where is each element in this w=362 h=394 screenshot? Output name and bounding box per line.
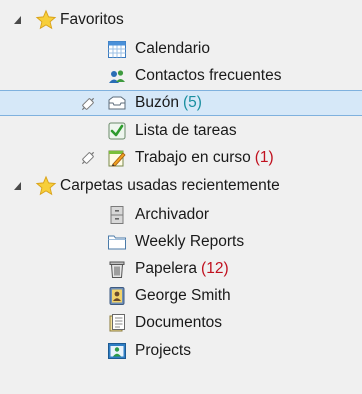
tree-item-documentos[interactable]: Documentos [0, 310, 362, 336]
inbox-icon [108, 96, 126, 110]
tree-item-trabajo-en-curso[interactable]: Trabajo en curso (1) [0, 145, 362, 171]
tree-item-label-wrap: Trabajo en curso (1) [135, 149, 274, 167]
tree-item-papelera[interactable]: Papelera (12) [0, 256, 362, 282]
tree-item-label: Projects [135, 342, 191, 359]
star-icon [35, 175, 57, 196]
tree-item-label: George Smith [135, 287, 231, 304]
tree-item-label: Buzón [135, 94, 179, 111]
collapse-triangle-icon[interactable] [13, 15, 23, 25]
tree-item-archivador[interactable]: Archivador [0, 202, 362, 228]
documents-icon [109, 314, 125, 332]
project-icon [108, 343, 126, 359]
folder-icon [108, 235, 126, 250]
unread-count: (1) [254, 149, 274, 166]
tree-item-george-smith[interactable]: George Smith [0, 283, 362, 309]
tree-item-label: Documentos [135, 314, 223, 331]
address-book-icon [109, 287, 125, 305]
group-label-recent-folders: Carpetas usadas recientemente [60, 177, 280, 194]
task-checkbox-icon [108, 122, 126, 140]
tree-item-label: Calendario [135, 40, 210, 57]
tree-item-lista-de-tareas[interactable]: Lista de tareas [0, 118, 362, 144]
contacts-icon [109, 70, 125, 83]
tree-item-label: Lista de tareas [135, 122, 237, 139]
group-header-recent-folders[interactable]: Carpetas usadas recientemente [0, 173, 362, 199]
calendar-icon [108, 41, 126, 58]
cabinet-icon [110, 206, 124, 224]
group-header-favorites[interactable]: Favoritos [0, 7, 362, 33]
unread-count: (12) [201, 260, 229, 277]
trash-icon [109, 261, 125, 278]
tree-item-buzon[interactable]: Buzón (5) [0, 90, 362, 116]
unread-count: (5) [182, 94, 202, 111]
pin-icon[interactable] [79, 149, 97, 167]
tree-item-label: Archivador [135, 206, 210, 223]
tree-item-label: Papelera [135, 260, 198, 277]
tree-item-calendario[interactable]: Calendario [0, 36, 362, 62]
tree-item-label: Trabajo en curso [135, 149, 251, 166]
tree-item-label: Weekly Reports [135, 233, 245, 250]
star-icon [35, 9, 57, 30]
tree-item-contactos-frecuentes[interactable]: Contactos frecuentes [0, 63, 362, 89]
tree-item-label-wrap: Papelera (12) [135, 260, 229, 278]
edit-note-icon [108, 150, 126, 167]
tree-item-label: Contactos frecuentes [135, 67, 282, 84]
tree-item-label-wrap: Buzón (5) [135, 94, 202, 112]
pin-icon[interactable] [79, 95, 97, 113]
group-label-favorites: Favoritos [60, 11, 124, 28]
tree-item-projects[interactable]: Projects [0, 338, 362, 364]
tree-item-weekly-reports[interactable]: Weekly Reports [0, 229, 362, 255]
collapse-triangle-icon[interactable] [13, 181, 23, 191]
